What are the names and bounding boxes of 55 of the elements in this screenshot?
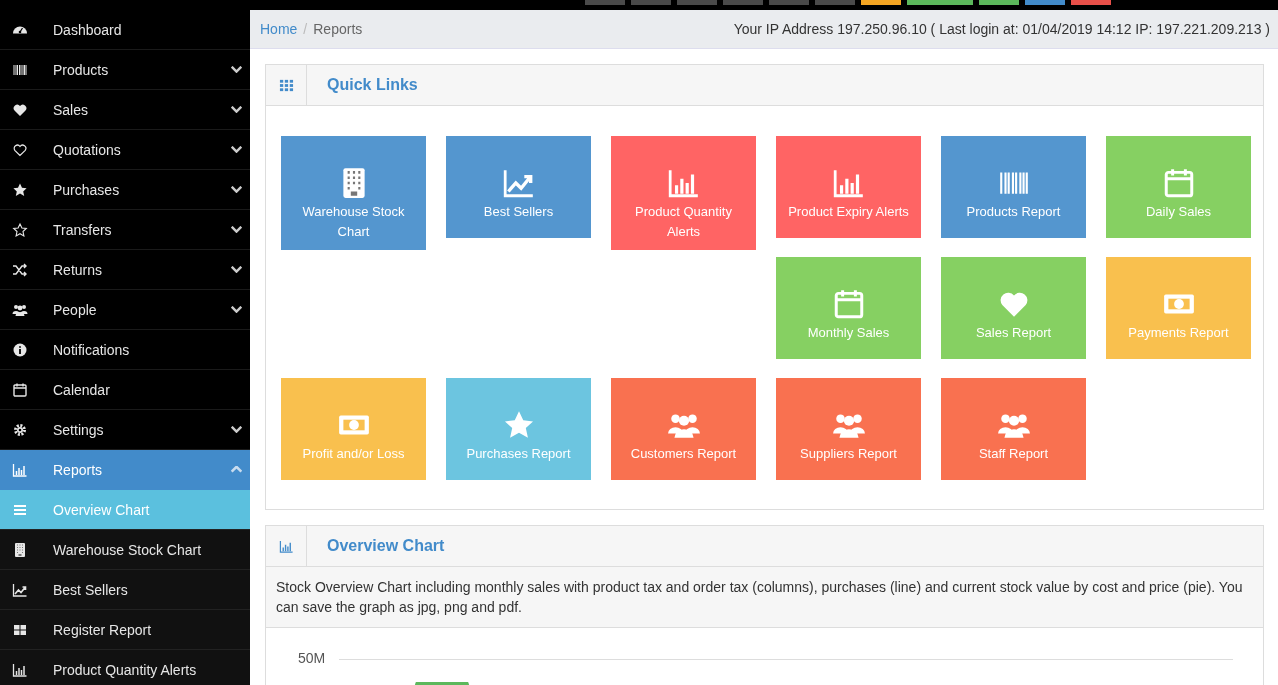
sidebar-item[interactable]: Notifications bbox=[0, 330, 250, 370]
sidebar-subitem[interactable]: Product Quantity Alerts bbox=[0, 650, 250, 685]
chart-description: Stock Overview Chart including monthly sales with product tax and order tax (columns), purchases (line) and current stock value by cost and price (pie). You can save the graph as jpg, png and pdf. bbox=[266, 567, 1263, 628]
breadcrumb-current: Reports bbox=[313, 21, 363, 37]
header-button[interactable] bbox=[585, 0, 625, 5]
breadcrumb-separator: / bbox=[303, 21, 308, 37]
quick-link-tile[interactable]: Best Sellers bbox=[446, 136, 591, 238]
bar-chart-icon bbox=[278, 538, 294, 554]
grid-icon bbox=[278, 77, 294, 93]
shuffle-icon bbox=[12, 261, 28, 278]
info-icon bbox=[12, 341, 28, 358]
quick-link-tile[interactable]: Product Quantity Alerts bbox=[611, 136, 756, 250]
quick-link-tile[interactable]: Monthly Sales bbox=[776, 257, 921, 359]
sidebar-item[interactable]: Calendar bbox=[0, 370, 250, 410]
header-button[interactable] bbox=[861, 0, 901, 5]
star-outline-icon bbox=[12, 221, 28, 238]
sidebar-subitem[interactable]: Best Sellers bbox=[0, 570, 250, 610]
quick-link-tile[interactable]: Suppliers Report bbox=[776, 378, 921, 480]
quick-link-tile[interactable]: Sales Report bbox=[941, 257, 1086, 359]
header-button[interactable] bbox=[979, 0, 1019, 5]
header-button[interactable] bbox=[631, 0, 671, 5]
axis-tick-label: 50M bbox=[298, 650, 326, 666]
header-button[interactable] bbox=[1071, 0, 1111, 5]
heart-outline-icon bbox=[12, 141, 28, 158]
header-button[interactable] bbox=[907, 0, 973, 5]
calendar-icon bbox=[12, 381, 28, 398]
sidebar-subitem[interactable]: Register Report bbox=[0, 610, 250, 650]
quick-link-tile[interactable]: Daily Sales bbox=[1106, 136, 1251, 238]
header-button[interactable] bbox=[677, 0, 717, 5]
quick-link-tile[interactable]: Purchases Report bbox=[446, 378, 591, 480]
quick-link-tile[interactable]: Products Report bbox=[941, 136, 1086, 238]
header-button[interactable] bbox=[815, 0, 855, 5]
sidebar-item[interactable]: Products bbox=[0, 50, 250, 90]
panel-title: Quick Links bbox=[327, 76, 418, 94]
breadcrumb-link[interactable]: Home bbox=[260, 21, 298, 37]
header-button[interactable] bbox=[723, 0, 763, 5]
bar-chart-icon bbox=[12, 461, 28, 478]
sidebar-subitem[interactable]: Warehouse Stock Chart bbox=[0, 530, 250, 570]
header-button[interactable] bbox=[769, 0, 809, 5]
sidebar-subitem[interactable]: Overview Chart bbox=[0, 490, 250, 530]
quick-link-tile[interactable]: Customers Report bbox=[611, 378, 756, 480]
panel-title: Overview Chart bbox=[327, 537, 445, 555]
quick-link-tile[interactable]: Staff Report bbox=[941, 378, 1086, 480]
login-info-text: Your IP Address 197.250.96.10 ( Last login at: 01/04/2019 14:12 IP: 197.221.209.213 ) bbox=[733, 21, 1270, 37]
settings-icon bbox=[12, 421, 28, 438]
bar-chart-icon bbox=[12, 661, 28, 678]
building-icon bbox=[12, 541, 28, 558]
quick-link-tile[interactable]: Product Expiry Alerts bbox=[776, 136, 921, 238]
quick-link-tile[interactable]: Warehouse Stock Chart bbox=[281, 136, 426, 250]
header-button[interactable] bbox=[1025, 0, 1065, 5]
line-chart-icon bbox=[12, 581, 28, 598]
sidebar-item[interactable]: Reports bbox=[0, 450, 250, 490]
gauge-icon bbox=[12, 25, 28, 34]
sidebar-item[interactable]: Sales bbox=[0, 90, 250, 130]
sidebar-item[interactable]: People bbox=[0, 290, 250, 330]
